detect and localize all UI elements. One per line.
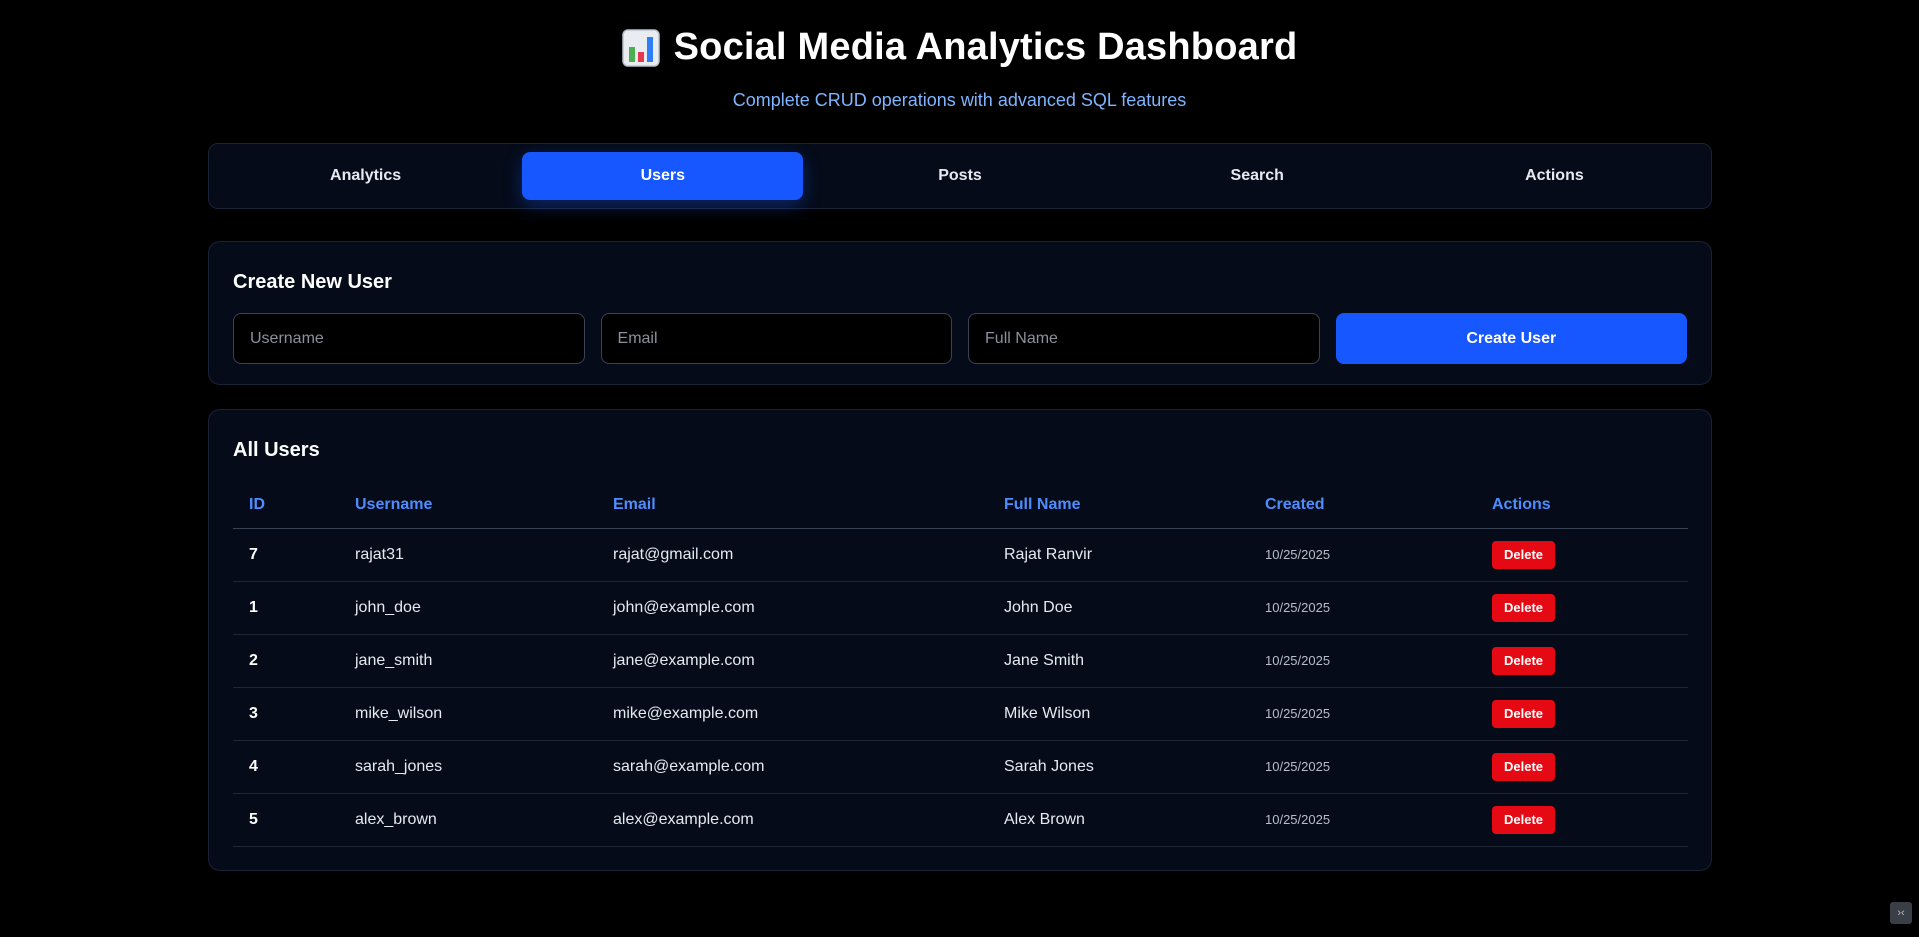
cell-created: 10/25/2025 [1249,687,1476,741]
bar-chart-icon [621,28,660,67]
cell-actions: Delete [1476,634,1688,688]
delete-button[interactable]: Delete [1492,752,1556,781]
table-row: 1 john_doe john@example.com John Doe 10/… [233,581,1688,635]
cell-created: 10/25/2025 [1249,740,1476,794]
delete-button[interactable]: Delete [1492,805,1556,834]
tab-bar: Analytics Users Posts Search Actions [208,143,1712,209]
tab-users[interactable]: Users [522,152,804,200]
delete-button[interactable]: Delete [1492,593,1556,622]
cell-id: 1 [233,581,339,635]
cell-username: sarah_jones [339,740,597,794]
tab-actions[interactable]: Actions [1414,152,1695,200]
title-row: Social Media Analytics Dashboard [621,26,1298,69]
cell-full-name: Rajat Ranvir [988,528,1249,582]
cell-actions: Delete [1476,528,1688,582]
tab-analytics[interactable]: Analytics [225,152,506,200]
column-header-email: Email [597,482,988,529]
cell-full-name: John Doe [988,581,1249,635]
create-user-form: Create User [233,313,1688,364]
cell-created: 10/25/2025 [1249,528,1476,582]
cell-actions: Delete [1476,581,1688,635]
full-name-input[interactable] [968,313,1320,364]
cell-actions: Delete [1476,687,1688,741]
cell-username: john_doe [339,581,597,635]
cell-email: jane@example.com [597,634,988,688]
tab-search[interactable]: Search [1117,152,1398,200]
cell-actions: Delete [1476,793,1688,847]
cell-created: 10/25/2025 [1249,581,1476,635]
cell-created: 10/25/2025 [1249,634,1476,688]
collapse-icon[interactable]: ›‹ [1890,902,1912,924]
create-user-button[interactable]: Create User [1335,313,1688,364]
cell-full-name: Mike Wilson [988,687,1249,741]
cell-id: 5 [233,793,339,847]
table-row: 3 mike_wilson mike@example.com Mike Wils… [233,687,1688,741]
dashboard-page: Social Media Analytics Dashboard Complet… [0,0,1919,937]
page-subtitle: Complete CRUD operations with advanced S… [732,89,1187,110]
cell-username: jane_smith [339,634,597,688]
cell-email: rajat@gmail.com [597,528,988,582]
cell-created: 10/25/2025 [1249,793,1476,847]
table-row: 4 sarah_jones sarah@example.com Sarah Jo… [233,740,1688,794]
create-user-title: Create New User [233,271,392,293]
cell-username: mike_wilson [339,687,597,741]
cell-actions: Delete [1476,740,1688,794]
cell-id: 7 [233,528,339,582]
all-users-title: All Users [233,439,320,461]
cell-username: rajat31 [339,528,597,582]
cell-full-name: Sarah Jones [988,740,1249,794]
email-input[interactable] [600,313,953,364]
cell-id: 4 [233,740,339,794]
table-row: 7 rajat31 rajat@gmail.com Rajat Ranvir 1… [233,528,1688,582]
cell-id: 2 [233,634,339,688]
cell-username: alex_brown [339,793,597,847]
table-row: 2 jane_smith jane@example.com Jane Smith… [233,634,1688,688]
column-header-username: Username [339,482,597,529]
cell-email: john@example.com [597,581,988,635]
username-input[interactable] [233,313,585,364]
cell-email: sarah@example.com [597,740,988,794]
table-header-row: ID Username Email Full Name Created Acti… [233,482,1688,529]
delete-button[interactable]: Delete [1492,699,1556,728]
cell-email: alex@example.com [597,793,988,847]
table-row: 5 alex_brown alex@example.com Alex Brown… [233,793,1688,847]
cell-full-name: Alex Brown [988,793,1249,847]
delete-button[interactable]: Delete [1492,646,1556,675]
delete-button[interactable]: Delete [1492,540,1556,569]
page-title: Social Media Analytics Dashboard [673,26,1298,68]
tab-posts[interactable]: Posts [819,152,1100,200]
header: Social Media Analytics Dashboard Complet… [0,26,1919,111]
cell-full-name: Jane Smith [988,634,1249,688]
column-header-id: ID [233,482,339,529]
cell-id: 3 [233,687,339,741]
column-header-created: Created [1249,482,1476,529]
users-table: ID Username Email Full Name Created Acti… [233,482,1688,847]
column-header-full-name: Full Name [988,482,1249,529]
column-header-actions: Actions [1476,482,1688,529]
create-user-panel: Create New User Create User [208,241,1712,385]
cell-email: mike@example.com [597,687,988,741]
all-users-panel: All Users ID Username Email Full Name Cr… [208,409,1712,871]
